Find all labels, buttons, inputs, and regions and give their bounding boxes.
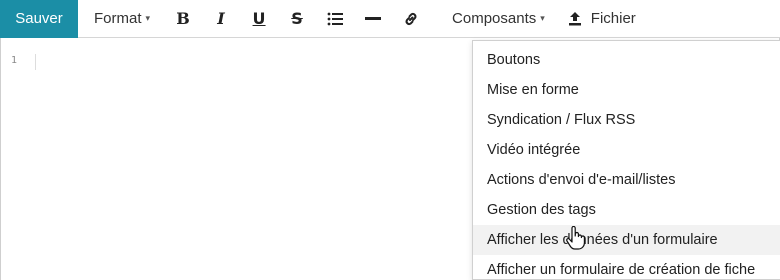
gutter-divider (35, 54, 36, 70)
italic-icon[interactable]: I (202, 0, 240, 38)
menu-item-afficher-donnees-formulaire[interactable]: Afficher les données d'un formulaire (473, 225, 780, 255)
line-number: 1 (11, 55, 18, 66)
upload-icon (568, 11, 581, 25)
menu-item-syndication-rss[interactable]: Syndication / Flux RSS (473, 105, 780, 135)
save-button[interactable]: Sauver (0, 0, 78, 38)
format-dropdown[interactable]: Format ▾ (86, 0, 158, 38)
file-upload-label: Fichier (590, 10, 636, 27)
caret-down-icon: ▾ (540, 13, 545, 23)
menu-item-actions-envoi-email[interactable]: Actions d'envoi d'e-mail/listes (473, 165, 780, 195)
menu-item-gestion-tags[interactable]: Gestion des tags (473, 195, 780, 225)
components-menu: Boutons Mise en forme Syndication / Flux… (472, 40, 780, 280)
menu-item-afficher-formulaire-creation-fiche[interactable]: Afficher un formulaire de création de fi… (473, 255, 780, 280)
file-upload-button[interactable]: Fichier (567, 0, 636, 38)
caret-down-icon: ▾ (145, 13, 151, 23)
menu-item-video-integree[interactable]: Vidéo intégrée (473, 135, 780, 165)
menu-item-boutons[interactable]: Boutons (473, 45, 780, 75)
components-dropdown[interactable]: Composants ▾ (444, 0, 553, 38)
strikethrough-icon[interactable]: S (278, 0, 316, 38)
underline-icon[interactable]: U (240, 0, 278, 38)
editor-toolbar: Sauver Format ▾ B I U S Composants ▾ Fic… (0, 0, 780, 38)
bold-icon[interactable]: B (164, 0, 202, 38)
menu-item-mise-en-forme[interactable]: Mise en forme (473, 75, 780, 105)
hand-cursor-icon (566, 226, 585, 250)
horizontal-rule-icon[interactable] (354, 0, 392, 38)
link-icon[interactable] (392, 0, 430, 38)
format-dropdown-label: Format (94, 10, 142, 27)
line-gutter: 1 (1, 38, 35, 280)
list-icon[interactable] (316, 0, 354, 38)
components-dropdown-label: Composants (452, 10, 537, 27)
